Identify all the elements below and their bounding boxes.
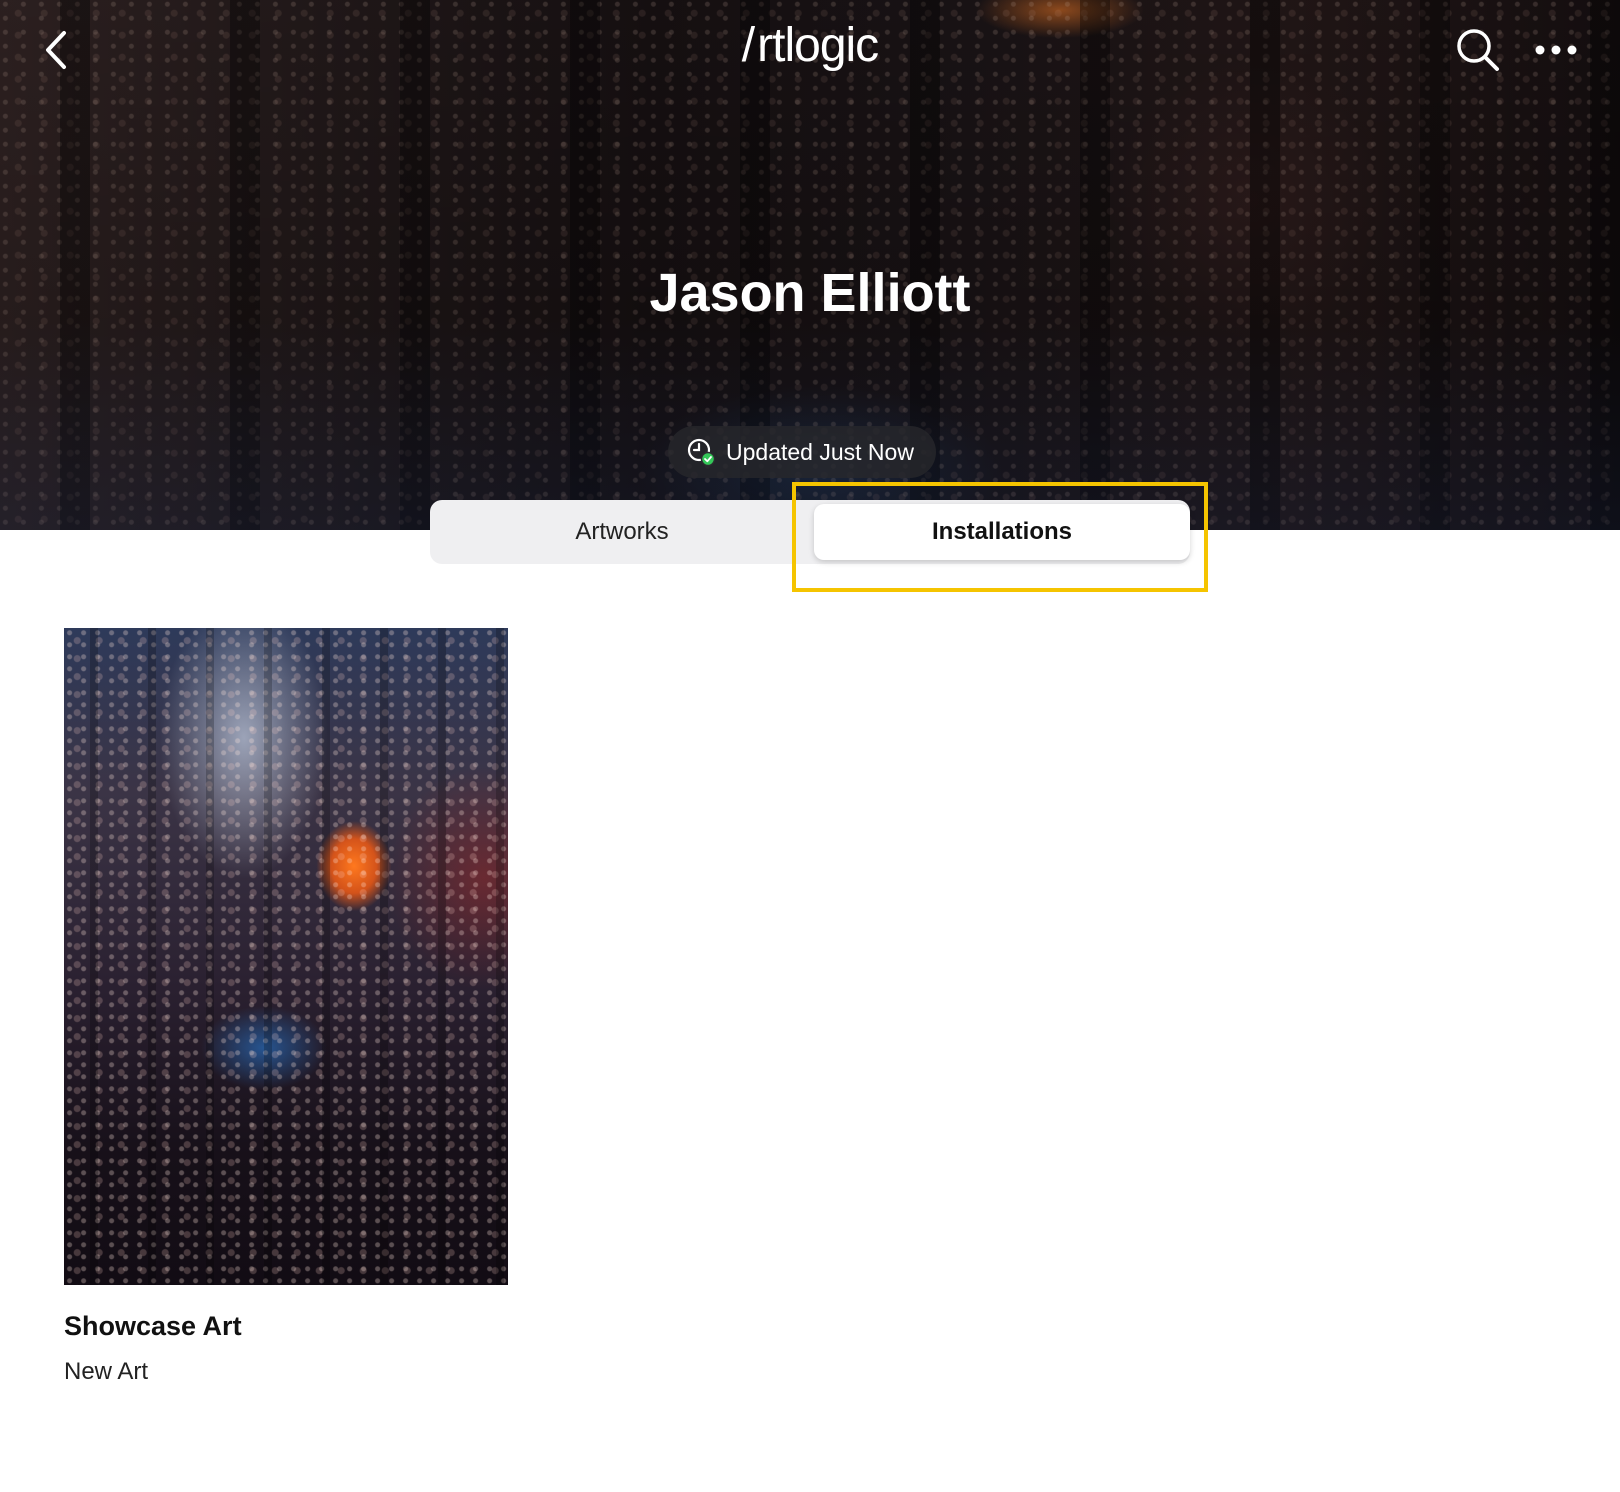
tab-installations-label: Installations (931, 518, 1073, 545)
more-horizontal-icon (1535, 45, 1577, 55)
installation-card[interactable]: Showcase Art New Art (64, 628, 508, 1386)
artlogic-logo: / rtlogic (0, 18, 1620, 73)
logo-text: / rtlogic (741, 19, 879, 72)
update-status-badge: Updated Just Now (668, 426, 936, 478)
view-segmented-control: Artworks Installations (430, 500, 1190, 564)
search-button[interactable] (1452, 24, 1504, 76)
tab-artworks-label: Artworks (575, 518, 669, 545)
tab-installations[interactable]: Installations (814, 504, 1190, 560)
installation-thumbnail[interactable] (64, 628, 508, 1285)
search-icon (1457, 29, 1499, 71)
clock-check-icon (686, 437, 716, 467)
tab-artworks[interactable]: Artworks (434, 504, 810, 560)
artist-name: Jason Elliott (649, 263, 971, 323)
update-status-text: Updated Just Now (726, 438, 914, 465)
thumbnail-streaks (64, 628, 508, 1285)
installation-subtitle: New Art (64, 1358, 149, 1385)
installation-title: Showcase Art (64, 1311, 242, 1341)
more-options-button[interactable] (1530, 30, 1582, 70)
